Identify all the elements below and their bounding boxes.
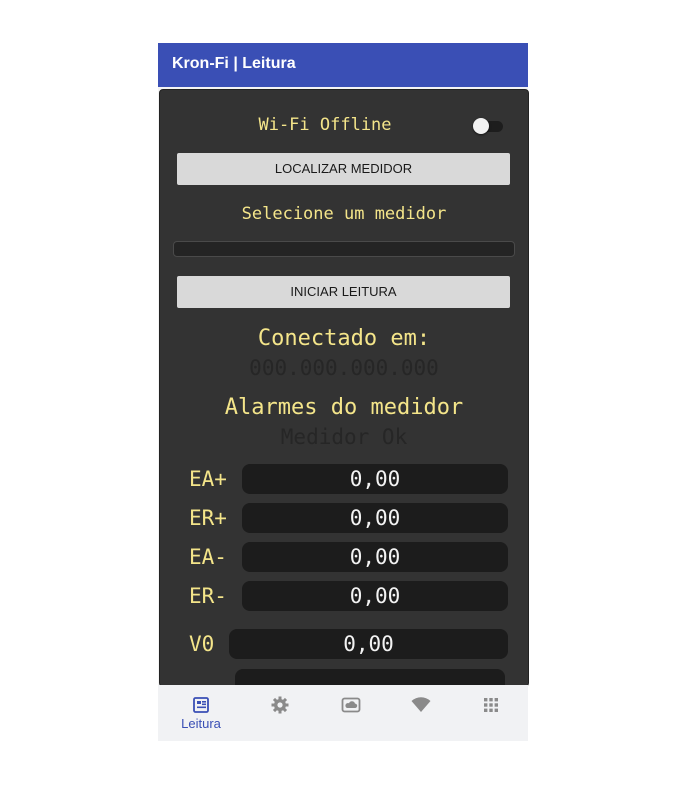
measurement-row-er-minus: ER- 0,00 <box>160 581 528 613</box>
measurement-value: 0,00 <box>242 581 508 611</box>
connection-address: 000.000.000.000 <box>249 356 439 380</box>
app-screen: Kron-Fi | Leitura Wi-Fi Offline LOCALIZA… <box>158 43 529 741</box>
nav-item-apps[interactable] <box>454 685 528 741</box>
reading-panel: Wi-Fi Offline LOCALIZAR MEDIDOR Selecion… <box>159 89 529 687</box>
apps-grid-icon <box>484 698 498 712</box>
wifi-row: Wi-Fi Offline <box>160 112 528 140</box>
meter-select-label: Selecione um medidor <box>241 204 447 224</box>
wifi-toggle[interactable] <box>473 118 505 134</box>
start-reading-button[interactable]: INICIAR LEITURA <box>177 276 510 308</box>
measurement-label: ER+ <box>189 506 227 530</box>
measurement-label: ER- <box>189 584 227 608</box>
measurement-value: 0,00 <box>242 503 508 533</box>
alarm-status: Medidor Ok <box>280 425 408 449</box>
reading-icon <box>193 697 209 713</box>
alarms-label: Alarmes do medidor <box>224 395 464 420</box>
nav-item-leitura[interactable]: Leitura <box>164 685 238 741</box>
cloud-icon <box>341 697 361 713</box>
gear-icon <box>271 696 289 714</box>
nav-label-leitura: Leitura <box>181 716 221 731</box>
connection-label: Conectado em: <box>257 326 431 351</box>
nav-item-cloud[interactable] <box>314 685 388 741</box>
measurement-row-ea-plus: EA+ 0,00 <box>160 464 528 496</box>
toggle-thumb <box>473 118 489 134</box>
meter-select[interactable] <box>173 241 515 257</box>
measurement-row-ea-minus: EA- 0,00 <box>160 542 528 574</box>
app-bar: Kron-Fi | Leitura <box>158 43 528 87</box>
measurement-row-er-plus: ER+ 0,00 <box>160 503 528 535</box>
bottom-navigation: Leitura <box>158 685 528 741</box>
measurement-value: 0,00 <box>229 629 508 659</box>
measurement-value: 0,00 <box>242 542 508 572</box>
app-title: Kron-Fi | Leitura <box>172 55 296 72</box>
measurement-row-v0: V0 0,00 <box>160 629 528 661</box>
wifi-status-label: Wi-Fi Offline <box>258 115 392 135</box>
nav-item-settings[interactable] <box>243 685 317 741</box>
measurement-value: 0,00 <box>242 464 508 494</box>
measurement-label: EA+ <box>189 467 227 491</box>
locate-meter-button[interactable]: LOCALIZAR MEDIDOR <box>177 153 510 185</box>
measurement-label: V0 <box>189 632 215 656</box>
nav-item-wifi[interactable] <box>384 685 458 741</box>
wifi-icon <box>411 697 431 712</box>
measurement-label: EA- <box>189 545 227 569</box>
